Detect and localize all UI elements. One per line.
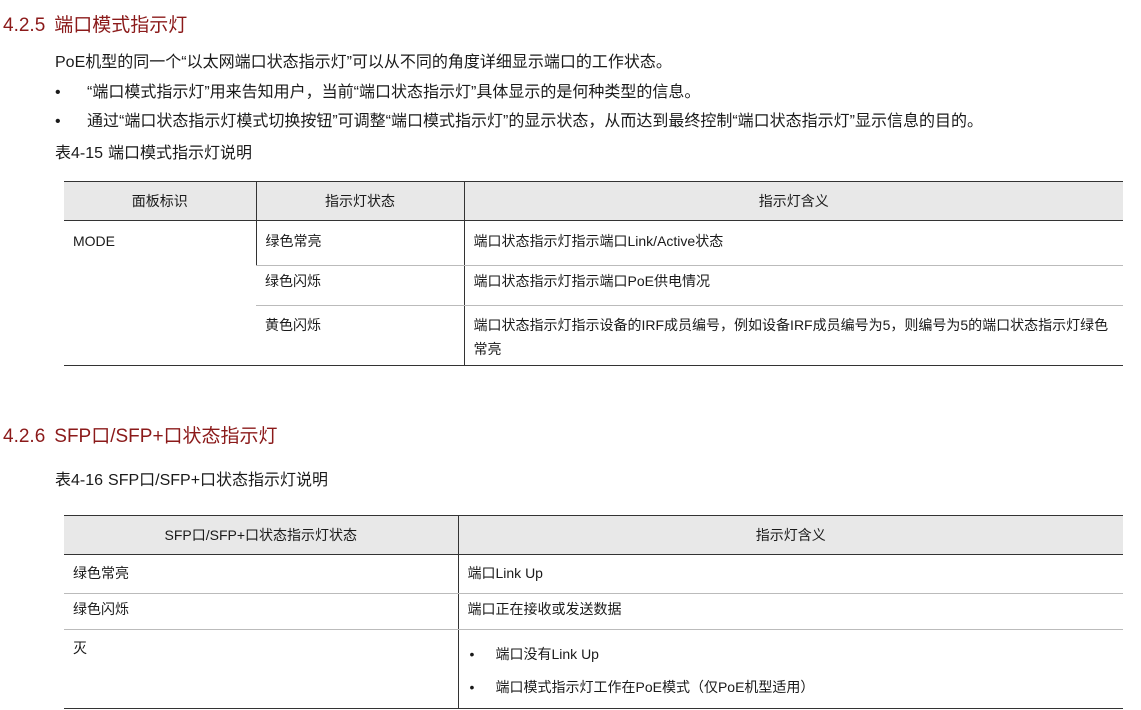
section-number: 4.2.5 (3, 15, 46, 36)
section-number: 4.2.6 (3, 426, 46, 447)
led-meaning-cell: 端口没有Link Up 端口模式指示灯工作在PoE模式（仅PoE机型适用） (457, 629, 1123, 709)
led-meaning-cell: 端口状态指示灯指示设备的IRF成员编号，例如设备IRF成员编号为5，则编号为5的… (463, 305, 1123, 366)
led-state-cell: 黄色闪烁 (256, 305, 464, 366)
led-state-cell: 绿色常亮 (255, 220, 464, 266)
section-heading-4-2-5: 4.2.5 端口模式指示灯 (3, 10, 187, 37)
column-header: 面板标识 (64, 181, 256, 221)
column-header: SFP口/SFP+口状态指示灯状态 (64, 515, 458, 555)
bullet-item: • 通过“端口状态指示灯模式切换按钮”可调整“端口模式指示灯”的显示状态，从而达到… (55, 107, 983, 131)
led-state-cell: 绿色闪烁 (256, 265, 464, 306)
table-row: MODE 绿色常亮 端口状态指示灯指示端口Link/Active状态 (64, 220, 1123, 366)
led-meaning-cell: 端口Link Up (457, 554, 1123, 594)
column-header: 指示灯含义 (463, 181, 1123, 221)
table-row: 灭 端口没有Link Up 端口模式指示灯工作在PoE模式（仅PoE机型适用） (64, 629, 1123, 709)
column-header: 指示灯含义 (457, 515, 1123, 555)
table-row: 绿色闪烁 端口正在接收或发送数据 (64, 593, 1123, 630)
led-meaning-cell: 端口状态指示灯指示端口Link/Active状态 (463, 220, 1123, 266)
mode-led-table: 面板标识 指示灯状态 指示灯含义 MODE 绿色常亮 端口状态指示灯指示端口Li… (64, 181, 1123, 366)
bullet-icon: • (55, 113, 61, 130)
led-state-cell: 灭 (64, 629, 458, 709)
led-state-cell: 绿色常亮 (64, 554, 458, 594)
table-number: 表4-16 (55, 472, 104, 489)
sfp-led-table: SFP口/SFP+口状态指示灯状态 指示灯含义 绿色常亮 端口Link Up 绿… (64, 515, 1123, 709)
table-caption-text: 端口模式指示灯说明 (108, 145, 253, 162)
bullet-icon: • (55, 84, 61, 101)
intro-paragraph: PoE机型的同一个“以太网端口状态指示灯”可以从不同的角度详细显示端口的工作状态… (55, 54, 672, 71)
led-state-cell: 绿色闪烁 (64, 593, 458, 630)
led-meaning-cell: 端口正在接收或发送数据 (457, 593, 1123, 630)
bullet-text: 通过“端口状态指示灯模式切换按钮”可调整“端口模式指示灯”的显示状态，从而达到最… (87, 113, 983, 130)
section-heading-4-2-6: 4.2.6 SFP口/SFP+口状态指示灯 (3, 421, 278, 448)
table-number: 表4-15 (55, 145, 104, 162)
table-row: 绿色常亮 端口Link Up (64, 554, 1123, 594)
bullet-item: • “端口模式指示灯”用来告知用户，当前“端口状态指示灯”具体显示的是何种类型的信… (55, 78, 700, 102)
column-header: 指示灯状态 (255, 181, 464, 221)
table-header-row: SFP口/SFP+口状态指示灯状态 指示灯含义 (64, 515, 1123, 555)
table-caption-text: SFP口/SFP+口状态指示灯说明 (108, 472, 329, 489)
table-caption: 表4-15 端口模式指示灯说明 (55, 139, 252, 163)
meaning-bullet: 端口模式指示灯工作在PoE模式（仅PoE机型适用） (468, 671, 1115, 704)
section-title: 端口模式指示灯 (54, 15, 188, 36)
table-header-row: 面板标识 指示灯状态 指示灯含义 (64, 181, 1123, 221)
led-meaning-cell: 端口状态指示灯指示端口PoE供电情况 (463, 265, 1123, 306)
panel-id-cell: MODE (64, 220, 256, 366)
table-caption: 表4-16 SFP口/SFP+口状态指示灯说明 (55, 466, 328, 490)
meaning-bullet: 端口没有Link Up (468, 638, 1115, 671)
bullet-text: “端口模式指示灯”用来告知用户，当前“端口状态指示灯”具体显示的是何种类型的信息… (87, 84, 701, 101)
section-title: SFP口/SFP+口状态指示灯 (54, 426, 278, 447)
